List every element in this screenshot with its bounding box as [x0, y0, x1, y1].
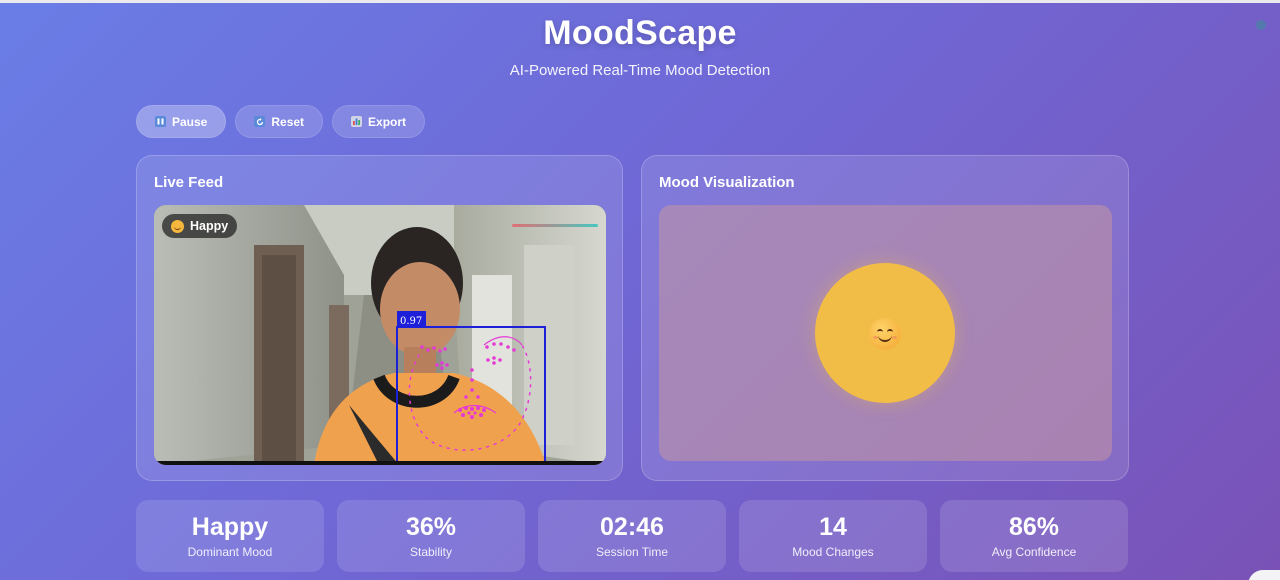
pause-button-label: Pause	[172, 114, 208, 129]
reset-button[interactable]: Reset	[235, 105, 324, 138]
mood-orb	[815, 263, 955, 403]
mood-visualization-canvas	[659, 205, 1112, 461]
reset-icon	[254, 116, 266, 127]
stat-label: Session Time	[595, 545, 669, 559]
mood-meter-bar	[512, 224, 598, 227]
pause-button[interactable]: Pause	[136, 105, 227, 138]
reset-button-label: Reset	[271, 114, 305, 129]
stat-value: Happy	[191, 513, 269, 541]
detected-mood-label: Happy	[190, 219, 229, 233]
export-button[interactable]: Export	[332, 105, 426, 138]
floating-widget-edge[interactable]	[1248, 570, 1280, 580]
stat-card-stability: 36% Stability	[337, 500, 525, 572]
control-bar: Pause Reset Export	[136, 105, 426, 138]
stat-value: 36%	[405, 513, 457, 541]
stat-card-session-time: 02:46 Session Time	[538, 500, 726, 572]
stat-label: Stability	[409, 545, 453, 559]
app-title: MoodScape	[543, 14, 737, 52]
face-confidence-label: 0.97	[400, 316, 422, 327]
stats-row: Happy Dominant Mood 36% Stability 02:46 …	[136, 500, 1128, 572]
detected-mood-badge: Happy	[162, 214, 238, 238]
window-top-border	[0, 0, 1280, 3]
stat-card-avg-confidence: 86% Avg Confidence	[940, 500, 1128, 572]
mood-visualization-title: Mood Visualization	[659, 174, 795, 191]
pause-icon	[155, 116, 166, 127]
camera-feed: 0.97 Happy	[154, 205, 606, 465]
export-button-label: Export	[368, 114, 407, 129]
stat-card-dominant-mood: Happy Dominant Mood	[136, 500, 324, 572]
stat-label: Mood Changes	[792, 545, 874, 559]
stat-value: 02:46	[600, 513, 664, 541]
stat-label: Dominant Mood	[187, 545, 273, 559]
mood-visualization-panel: Mood Visualization	[641, 155, 1129, 481]
live-feed-title: Live Feed	[154, 174, 224, 191]
camera-frame-image: 0.97	[154, 205, 606, 465]
smiling-face-icon	[869, 318, 901, 350]
chart-icon	[351, 116, 363, 127]
stat-label: Avg Confidence	[991, 545, 1077, 559]
stat-card-mood-changes: 14 Mood Changes	[739, 500, 927, 572]
live-feed-panel: Live Feed 0.97 Happy	[136, 155, 623, 481]
smiling-face-icon	[171, 219, 184, 233]
stat-value: 86%	[1008, 513, 1060, 541]
app-subtitle: AI-Powered Real-Time Mood Detection	[509, 62, 771, 79]
stat-value: 14	[819, 513, 847, 541]
